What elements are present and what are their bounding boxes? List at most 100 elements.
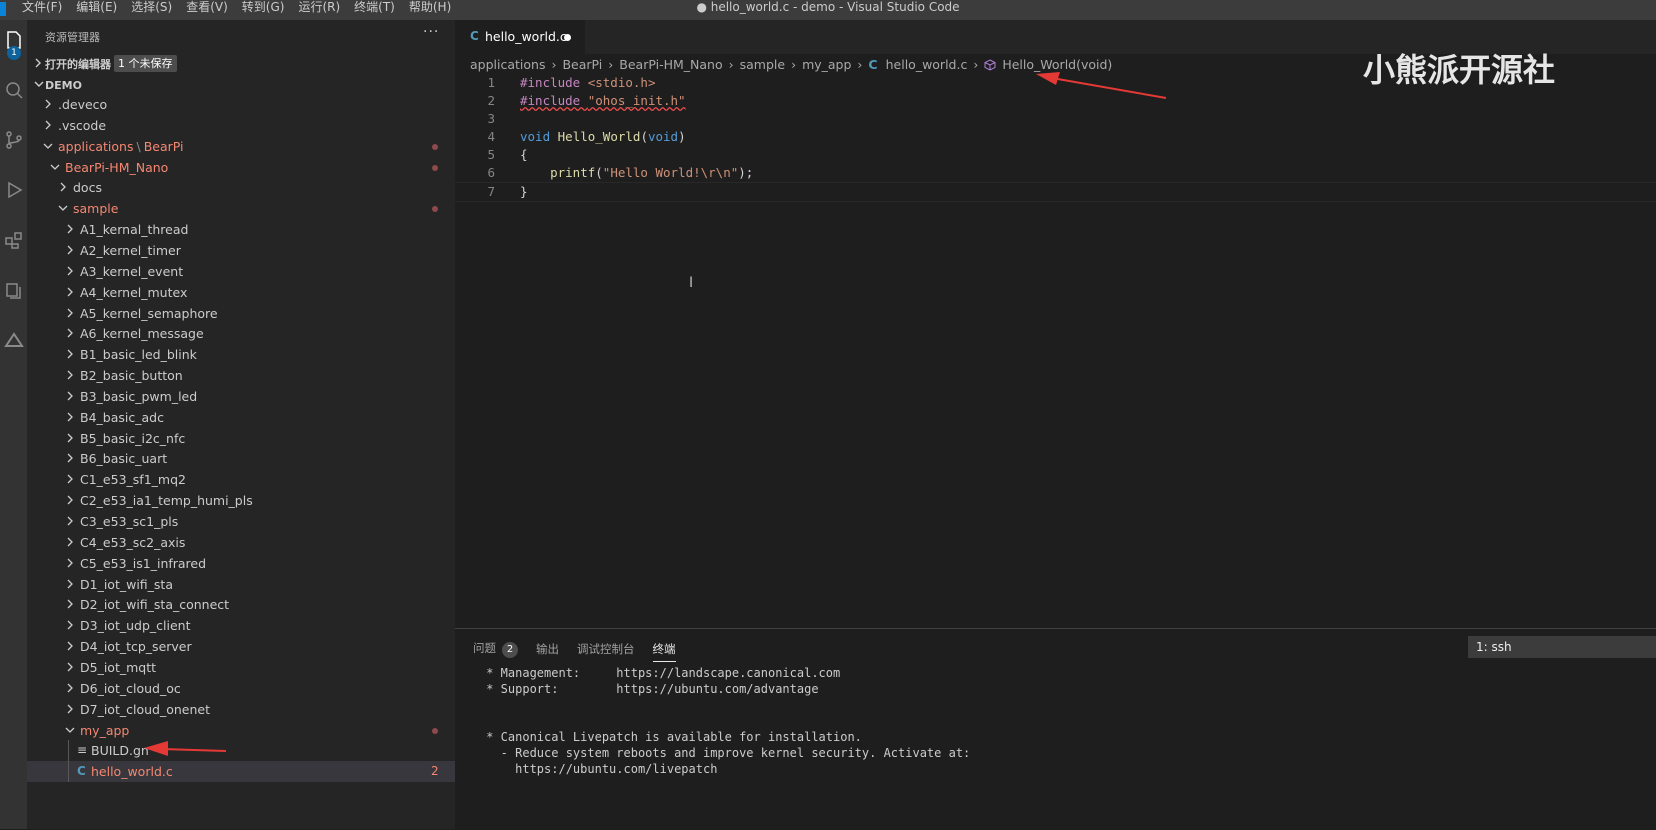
tree-item-name: B5_basic_i2c_nfc: [80, 430, 186, 446]
tab-debug-console[interactable]: 调试控制台: [577, 641, 635, 657]
chevron-right-icon: [67, 412, 73, 422]
tree-item[interactable]: my_app: [27, 720, 455, 741]
tree-item-name: D2_iot_wifi_sta_connect: [80, 597, 230, 613]
tab-problems-label: 问题: [473, 641, 496, 655]
chevron-right-icon: [67, 558, 73, 568]
tree-item[interactable]: applications \ BearPi: [27, 136, 455, 157]
tab-hello-world[interactable]: C hello_world.c: [455, 20, 585, 54]
tree-item[interactable]: B1_basic_led_blink: [27, 344, 455, 365]
tree-item[interactable]: A3_kernel_event: [27, 261, 455, 282]
tree-item[interactable]: Chello_world.c 2: [27, 761, 455, 783]
breadcrumb-item[interactable]: BearPi: [562, 55, 602, 75]
code-line[interactable]: 4 void Hello_World(void): [455, 128, 1656, 146]
chevron-right-icon: [67, 266, 73, 276]
tree-item[interactable]: D1_iot_wifi_sta: [27, 574, 455, 595]
code-text: #include "ohos_init.h": [520, 92, 686, 110]
modified-dot-icon: [432, 143, 438, 150]
chevron-down-icon: [50, 164, 60, 170]
tree-item-label: A3_kernel_event: [80, 261, 183, 282]
tree-item[interactable]: B3_basic_pwm_led: [27, 386, 455, 407]
tree-item[interactable]: D4_iot_tcp_server: [27, 636, 455, 657]
tree-item[interactable]: A2_kernel_timer: [27, 240, 455, 261]
search-icon[interactable]: [0, 78, 27, 102]
tree-item-label: D3_iot_udp_client: [80, 615, 190, 636]
tree-item-name: hello_world.c: [91, 764, 173, 780]
open-editors-section[interactable]: 打开的编辑器 1 个未保存: [27, 54, 455, 74]
tree-item[interactable]: D6_iot_cloud_oc: [27, 678, 455, 699]
code-token: (: [640, 129, 648, 144]
breadcrumb-item[interactable]: sample: [740, 55, 785, 75]
tree-item-label: .vscode: [58, 115, 106, 136]
tree-item[interactable]: A5_kernel_semaphore: [27, 303, 455, 324]
tree-item-label: B4_basic_adc: [80, 407, 164, 428]
tree-item-name: A6_kernel_message: [80, 326, 204, 342]
code-token: "Hello World!\r\n": [602, 165, 739, 180]
tree-item-name: D6_iot_cloud_oc: [80, 680, 181, 696]
code-line[interactable]: 7}: [455, 182, 1656, 202]
breadcrumb-file[interactable]: hello_world.c: [886, 55, 968, 75]
code-line[interactable]: 6 printf("Hello World!\r\n");: [455, 164, 1656, 182]
tree-item[interactable]: docs: [27, 177, 455, 198]
tree-item-name: applications: [58, 138, 134, 154]
breadcrumb: applications › BearPi › BearPi-HM_Nano › sa…: [470, 55, 1112, 75]
tree-item[interactable]: B2_basic_button: [27, 365, 455, 386]
tree-item[interactable]: BearPi-HM_Nano: [27, 157, 455, 178]
code-token: }: [520, 184, 528, 199]
tree-item[interactable]: ≡ BUILD.gn: [27, 740, 455, 761]
source-control-icon[interactable]: [0, 128, 27, 152]
tree-item[interactable]: D3_iot_udp_client: [27, 615, 455, 636]
build-file-icon: ≡: [77, 743, 88, 758]
tab-output[interactable]: 输出: [536, 641, 559, 657]
tree-item[interactable]: .deveco: [27, 94, 455, 115]
code-line[interactable]: 3: [455, 110, 1656, 128]
more-actions-icon[interactable]: ···: [423, 24, 439, 40]
breadcrumb-separator-icon: ›: [973, 57, 979, 72]
tree-item-label: A1_kernal_thread: [80, 219, 188, 240]
code-token: ): [678, 129, 686, 144]
tree-item[interactable]: .vscode: [27, 115, 455, 136]
tree-item-label: B1_basic_led_blink: [80, 344, 197, 365]
tree-item[interactable]: C5_e53_is1_infrared: [27, 553, 455, 574]
code-line[interactable]: 2 #include "ohos_init.h": [455, 92, 1656, 110]
chevron-right-icon: [67, 599, 73, 609]
breadcrumb-item[interactable]: BearPi-HM_Nano: [619, 55, 722, 75]
problems-count-badge: 2: [502, 642, 518, 658]
tree-item[interactable]: D5_iot_mqtt: [27, 657, 455, 678]
code-line[interactable]: 5{: [455, 146, 1656, 164]
explorer-sidebar: 资源管理器 ··· 打开的编辑器 1 个未保存 DEMO .deveco .vsc…: [27, 20, 455, 829]
tab-problems[interactable]: 问题 2: [473, 640, 518, 658]
tree-item-name: sample: [73, 201, 119, 217]
breadcrumb-item[interactable]: my_app: [802, 55, 851, 75]
extensions-icon[interactable]: [0, 228, 27, 252]
tree-item-label: applications \ BearPi: [58, 136, 184, 157]
tree-item[interactable]: D2_iot_wifi_sta_connect: [27, 594, 455, 615]
terminal-select[interactable]: 1: ssh: [1468, 636, 1656, 658]
chevron-right-icon: [45, 99, 51, 109]
unsaved-dot-icon[interactable]: [564, 34, 571, 41]
tree-item[interactable]: A4_kernel_mutex: [27, 282, 455, 303]
line-number: 6: [487, 165, 495, 180]
tree-item[interactable]: C3_e53_sc1_pls: [27, 511, 455, 532]
tab-terminal[interactable]: 终端: [652, 641, 676, 662]
tree-item[interactable]: C1_e53_sf1_mq2: [27, 469, 455, 490]
tree-item[interactable]: B4_basic_adc: [27, 407, 455, 428]
remote-explorer-icon[interactable]: [0, 278, 27, 302]
tree-item[interactable]: B5_basic_i2c_nfc: [27, 428, 455, 449]
tree-item[interactable]: C4_e53_sc2_axis: [27, 532, 455, 553]
deveco-icon[interactable]: [0, 328, 27, 352]
tree-item[interactable]: sample: [27, 198, 455, 219]
workspace-root-header[interactable]: DEMO: [27, 75, 455, 95]
breadcrumb-symbol[interactable]: Hello_World(void): [1002, 55, 1112, 75]
run-debug-icon[interactable]: [0, 178, 27, 202]
chevron-right-icon: [45, 120, 51, 130]
chevron-right-icon: [67, 620, 73, 630]
workspace-root-label: DEMO: [45, 79, 82, 92]
breadcrumb-item[interactable]: applications: [470, 55, 545, 75]
code-line[interactable]: 1 #include <stdio.h>: [455, 74, 1656, 92]
tree-item[interactable]: A6_kernel_message: [27, 323, 455, 344]
tree-item[interactable]: B6_basic_uart: [27, 448, 455, 469]
tree-item[interactable]: C2_e53_ia1_temp_humi_pls: [27, 490, 455, 511]
tree-item-label: D5_iot_mqtt: [80, 657, 156, 678]
tree-item[interactable]: D7_iot_cloud_onenet: [27, 699, 455, 720]
tree-item[interactable]: A1_kernal_thread: [27, 219, 455, 240]
